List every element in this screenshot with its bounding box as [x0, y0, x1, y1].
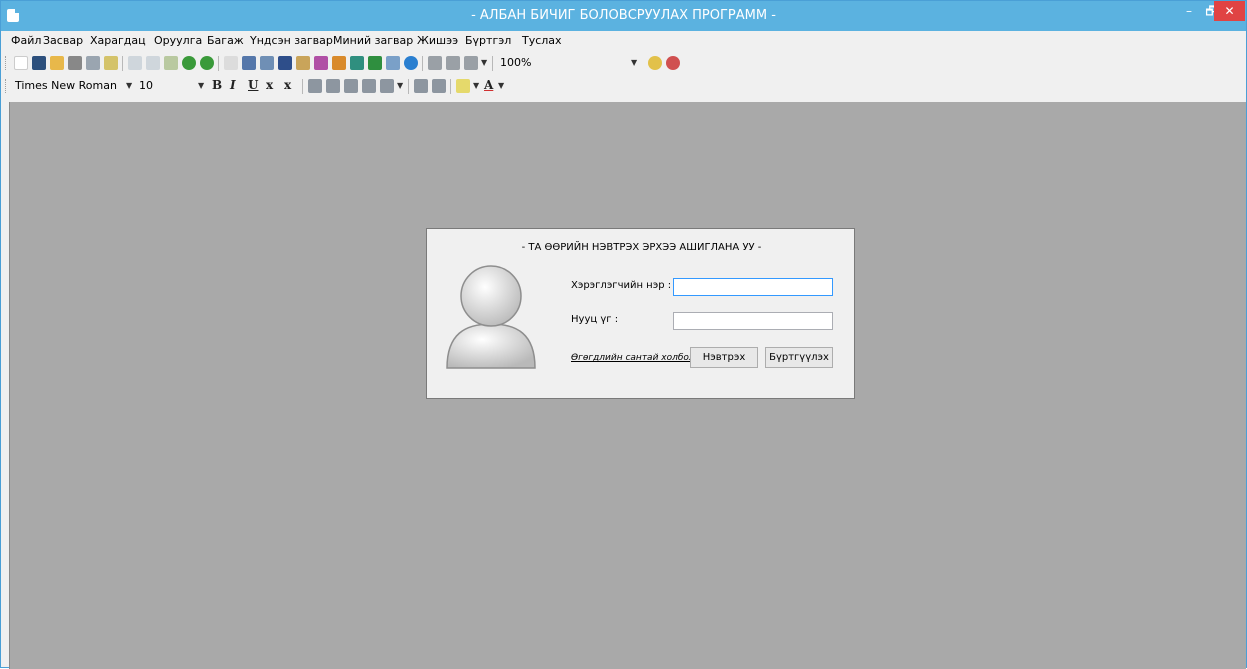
bullet-list-icon[interactable]: [380, 79, 394, 93]
print-preview-icon[interactable]: [86, 56, 100, 70]
align-center-icon[interactable]: [446, 56, 460, 70]
toolbar-separator: [302, 79, 303, 94]
toolbar-separator: [408, 79, 409, 94]
zoom-select[interactable]: 100%: [498, 54, 628, 72]
chevron-down-icon[interactable]: ▼: [498, 77, 504, 95]
increase-indent-icon[interactable]: [432, 79, 446, 93]
insert-symbol-icon[interactable]: [350, 56, 364, 70]
chevron-down-icon[interactable]: ▼: [198, 77, 204, 95]
close-button[interactable]: ✕: [1214, 1, 1245, 21]
user-avatar-icon: [446, 265, 536, 369]
paste-icon[interactable]: [164, 56, 178, 70]
window-title: - АЛБАН БИЧИГ БОЛОВСРУУЛАХ ПРОГРАММ -: [471, 8, 776, 23]
insert-shape-icon[interactable]: [314, 56, 328, 70]
zoom-in-icon[interactable]: [648, 56, 662, 70]
menu-register[interactable]: Бүртгэл: [465, 34, 511, 47]
select-pointer-icon[interactable]: [224, 56, 238, 70]
insert-header-icon[interactable]: [386, 56, 400, 70]
export-icon[interactable]: [104, 56, 118, 70]
menu-file[interactable]: Файл: [11, 34, 41, 47]
list-icon[interactable]: [464, 56, 478, 70]
password-label: Нууц үг :: [571, 314, 619, 325]
zoom-out-icon[interactable]: [666, 56, 680, 70]
decrease-indent-icon[interactable]: [414, 79, 428, 93]
align-left-icon[interactable]: [308, 79, 322, 93]
toolbar-grip[interactable]: [5, 56, 8, 70]
login-button[interactable]: Нэвтрэх: [690, 347, 758, 368]
highlight-icon[interactable]: [456, 79, 470, 93]
password-input[interactable]: [673, 312, 833, 330]
database-connect-link[interactable]: Өгөгдлийн сантай холбох: [571, 353, 694, 363]
toolbar-separator: [122, 56, 123, 71]
cut-icon[interactable]: [128, 56, 142, 70]
undo-icon[interactable]: [182, 56, 196, 70]
justify-icon[interactable]: [362, 79, 376, 93]
menu-my-templates[interactable]: Миний загвар: [333, 34, 413, 47]
redo-icon[interactable]: [200, 56, 214, 70]
chevron-down-icon[interactable]: ▼: [397, 77, 403, 95]
chevron-down-icon[interactable]: ▼: [126, 77, 132, 95]
login-title: - ТА ӨӨРИЙН НЭВТРЭХ ЭРХЭЭ АШИГЛАНА УУ -: [521, 242, 762, 253]
toolbar-separator: [492, 56, 493, 71]
insert-clipart-icon[interactable]: [332, 56, 346, 70]
menu-insert[interactable]: Оруулга: [154, 34, 202, 47]
insert-chart-icon[interactable]: [278, 56, 292, 70]
font-color-button[interactable]: A: [484, 78, 493, 92]
insert-textbox-icon[interactable]: [260, 56, 274, 70]
title-bar: - АЛБАН БИЧИГ БОЛОВСРУУЛАХ ПРОГРАММ - – …: [1, 1, 1246, 31]
chevron-down-icon[interactable]: ▼: [631, 54, 637, 72]
menu-edit[interactable]: Засвар: [43, 34, 83, 47]
align-center-icon[interactable]: [326, 79, 340, 93]
insert-image-icon[interactable]: [242, 56, 256, 70]
copy-icon[interactable]: [146, 56, 160, 70]
print-icon[interactable]: [68, 56, 82, 70]
menu-examples[interactable]: Жишээ: [417, 34, 458, 47]
save-icon[interactable]: [32, 56, 46, 70]
standard-toolbar: ▼ 100% ▼: [1, 52, 1246, 74]
menu-tools[interactable]: Багаж: [207, 34, 244, 47]
bold-button[interactable]: B: [212, 78, 222, 92]
username-input[interactable]: [673, 278, 833, 296]
toolbar-separator: [422, 56, 423, 71]
font-size-select[interactable]: 10: [137, 77, 197, 95]
register-button[interactable]: Бүртгүүлэх: [765, 347, 833, 368]
align-right-icon[interactable]: [344, 79, 358, 93]
login-dialog: - ТА ӨӨРИЙН НЭВТРЭХ ЭРХЭЭ АШИГЛАНА УУ - …: [426, 228, 855, 399]
open-folder-icon[interactable]: [50, 56, 64, 70]
insert-table-icon[interactable]: [296, 56, 310, 70]
insert-comment-icon[interactable]: [404, 56, 418, 70]
insert-equation-icon[interactable]: [368, 56, 382, 70]
menu-help[interactable]: Туслах: [522, 34, 562, 47]
menu-templates[interactable]: Үндсэн загвар: [250, 34, 333, 47]
toolbar-separator: [450, 79, 451, 94]
underline-button[interactable]: U: [248, 78, 258, 92]
new-document-icon[interactable]: [14, 56, 28, 70]
chevron-down-icon[interactable]: ▼: [473, 77, 479, 95]
subscript-button[interactable]: x: [266, 78, 273, 92]
superscript-button[interactable]: x: [284, 78, 291, 92]
italic-button[interactable]: I: [230, 78, 236, 92]
toolbar-grip[interactable]: [5, 79, 8, 93]
app-window: - АЛБАН БИЧИГ БОЛОВСРУУЛАХ ПРОГРАММ - – …: [0, 0, 1247, 669]
menu-bar: Файл Засвар Харагдац Оруулга Багаж Үндсэ…: [1, 31, 1246, 51]
chevron-down-icon[interactable]: ▼: [481, 54, 487, 72]
align-left-icon[interactable]: [428, 56, 442, 70]
toolbar-separator: [218, 56, 219, 71]
minimize-button[interactable]: –: [1178, 1, 1200, 21]
format-toolbar: Times New Roman ▼ 10 ▼ B I U x x ▼ ▼ A ▼: [1, 75, 1246, 97]
font-family-select[interactable]: Times New Roman: [13, 77, 123, 95]
menu-view[interactable]: Харагдац: [90, 34, 146, 47]
username-label: Хэрэглэгчийн нэр :: [571, 280, 672, 291]
